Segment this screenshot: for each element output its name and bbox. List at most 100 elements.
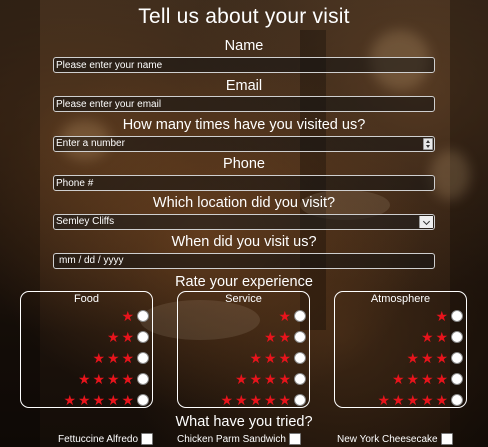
star-icon: ★ — [63, 392, 77, 408]
form-title: Tell us about your visit — [138, 5, 350, 28]
rating-radio[interactable] — [451, 394, 463, 406]
number-spinner-icon[interactable] — [423, 138, 433, 150]
rating-option[interactable]: ★ — [278, 308, 306, 324]
star-icon: ★ — [278, 371, 292, 387]
rating-radio[interactable] — [137, 331, 149, 343]
rating-radio[interactable] — [137, 352, 149, 364]
rating-radio[interactable] — [294, 310, 306, 322]
rating-option[interactable]: ★ — [435, 308, 463, 324]
visits-number-input[interactable]: Enter a number — [53, 136, 435, 152]
star-icon: ★ — [406, 371, 420, 387]
rating-option[interactable]: ★ — [121, 308, 149, 324]
tried-item-label: New York Cheesecake — [337, 433, 438, 445]
rating-group-service: Service ★ ★ ★ ★ ★ ★ ★ ★ ★ ★ ★ ★ ★ ★ ★ — [177, 291, 310, 408]
star-icon: ★ — [420, 371, 434, 387]
rating-option[interactable]: ★ ★ ★ ★ — [391, 372, 463, 386]
location-select[interactable]: Semley Cliffs — [53, 214, 435, 230]
rating-option[interactable]: ★ ★ ★ — [92, 350, 149, 366]
rating-radio[interactable] — [294, 394, 306, 406]
star-icon: ★ — [435, 371, 449, 387]
star-icon: ★ — [278, 350, 292, 366]
rating-option[interactable]: ★ ★ ★ — [249, 350, 306, 366]
rating-radio[interactable] — [137, 373, 149, 385]
star-icon: ★ — [234, 371, 248, 387]
star-icon: ★ — [420, 329, 434, 345]
rating-option[interactable]: ★ ★ ★ — [406, 350, 463, 366]
rating-option[interactable]: ★ ★ — [420, 330, 463, 344]
rating-group-title: Food — [73, 293, 100, 305]
phone-label: Phone — [223, 156, 265, 172]
star-icon: ★ — [234, 392, 248, 408]
star-icon: ★ — [249, 392, 263, 408]
star-icon: ★ — [406, 392, 420, 408]
rating-radio[interactable] — [451, 373, 463, 385]
rating-option[interactable]: ★ ★ ★ ★ — [234, 372, 306, 386]
star-icon: ★ — [92, 392, 106, 408]
email-label: Email — [225, 78, 263, 94]
star-icon: ★ — [435, 308, 449, 324]
rating-radio[interactable] — [294, 331, 306, 343]
star-icon: ★ — [435, 350, 449, 366]
date-label: When did you visit us? — [171, 234, 317, 250]
rating-radio[interactable] — [137, 394, 149, 406]
rating-option[interactable]: ★ ★ — [263, 330, 306, 344]
chevron-down-icon[interactable] — [419, 216, 433, 228]
star-icon: ★ — [420, 392, 434, 408]
star-icon: ★ — [92, 371, 106, 387]
tried-item[interactable]: New York Cheesecake — [337, 433, 453, 445]
star-icon: ★ — [391, 392, 405, 408]
star-icon: ★ — [121, 329, 135, 345]
phone-input[interactable] — [53, 175, 435, 191]
star-icon: ★ — [263, 329, 277, 345]
rating-radio[interactable] — [137, 310, 149, 322]
name-label: Name — [224, 38, 264, 54]
star-icon: ★ — [121, 392, 135, 408]
tried-item[interactable]: Fettuccine Alfredo — [58, 433, 154, 445]
star-icon: ★ — [106, 329, 120, 345]
star-icon: ★ — [278, 329, 292, 345]
date-input[interactable]: mm / dd / yyyy — [53, 253, 435, 269]
star-icon: ★ — [406, 350, 420, 366]
star-icon: ★ — [77, 371, 91, 387]
rating-radio[interactable] — [451, 310, 463, 322]
rating-radio[interactable] — [294, 352, 306, 364]
star-icon: ★ — [435, 392, 449, 408]
star-icon: ★ — [106, 371, 120, 387]
rating-option[interactable]: ★ ★ ★ ★ ★ — [63, 392, 149, 408]
tried-item-label: Chicken Parm Sandwich — [177, 433, 286, 445]
star-icon: ★ — [377, 392, 391, 408]
rating-option[interactable]: ★ ★ ★ ★ ★ — [220, 392, 306, 408]
star-icon: ★ — [121, 308, 135, 324]
fettuccine-alfredo-checkbox[interactable] — [141, 433, 154, 445]
rating-radio[interactable] — [451, 352, 463, 364]
email-input[interactable] — [53, 96, 435, 112]
star-icon: ★ — [106, 392, 120, 408]
location-selected-value: Semley Cliffs — [56, 216, 115, 227]
new-york-cheesecake-checkbox[interactable] — [440, 433, 453, 445]
star-icon: ★ — [263, 392, 277, 408]
tried-item-label: Fettuccine Alfredo — [58, 433, 139, 445]
star-icon: ★ — [391, 371, 405, 387]
star-icon: ★ — [420, 350, 434, 366]
star-icon: ★ — [435, 329, 449, 345]
star-icon: ★ — [77, 392, 91, 408]
star-icon: ★ — [249, 350, 263, 366]
visit-survey-form: Tell us about your visit Name Email How … — [0, 0, 488, 447]
rating-label: Rate your experience — [175, 274, 313, 290]
rating-radio[interactable] — [451, 331, 463, 343]
star-icon: ★ — [92, 350, 106, 366]
chicken-parm-sandwich-checkbox[interactable] — [288, 433, 301, 445]
star-icon: ★ — [263, 350, 277, 366]
rating-group-atmosphere: Atmosphere ★ ★ ★ ★ ★ ★ ★ ★ ★ ★ ★ ★ ★ ★ ★ — [334, 291, 467, 408]
star-icon: ★ — [278, 308, 292, 324]
star-icon: ★ — [249, 371, 263, 387]
rating-radio[interactable] — [294, 373, 306, 385]
rating-option[interactable]: ★ ★ ★ ★ ★ — [377, 392, 463, 408]
date-placeholder: mm / dd / yyyy — [59, 255, 124, 266]
name-input[interactable] — [53, 57, 435, 73]
rating-option[interactable]: ★ ★ — [106, 330, 149, 344]
location-label: Which location did you visit? — [152, 195, 336, 211]
rating-option[interactable]: ★ ★ ★ ★ — [77, 372, 149, 386]
tried-item[interactable]: Chicken Parm Sandwich — [177, 433, 301, 445]
star-icon: ★ — [278, 392, 292, 408]
